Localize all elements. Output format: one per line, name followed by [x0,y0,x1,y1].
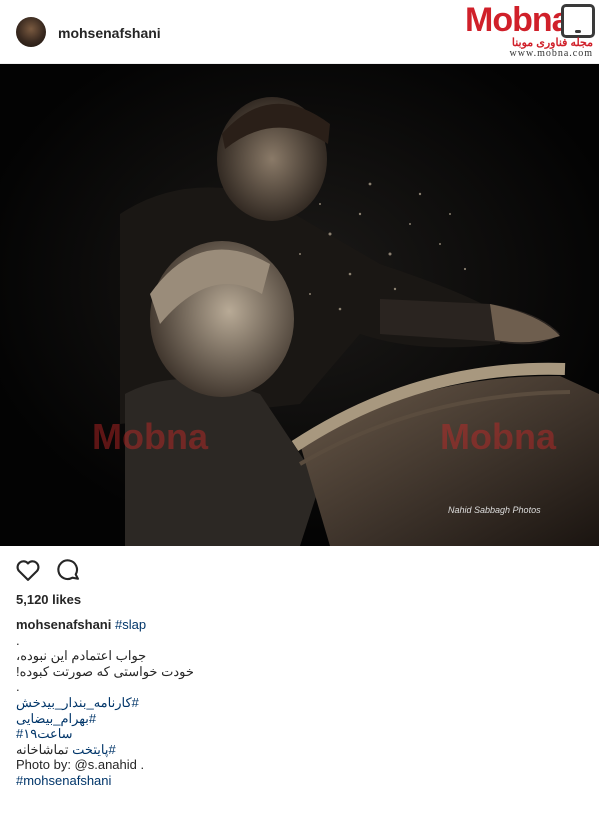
photo-credit: Nahid Sabbagh Photos [448,505,541,515]
post-header: mohsenafshani Mobna مجله فناوری موبنا ww… [0,0,599,64]
post-username[interactable]: mohsenafshani [58,25,161,41]
mobna-logo: Mobna مجله فناوری موبنا www.mobna.com [465,2,595,60]
comment-icon[interactable] [54,556,82,584]
hashtag-link[interactable]: #slap [115,617,146,632]
caption-line: . [16,679,20,695]
like-count[interactable]: 5,120 likes [16,592,81,607]
hashtag-link[interactable]: ساعت۱۹# [16,726,73,741]
heart-icon[interactable] [14,556,42,584]
post-photo[interactable]: Mobna Mobna Nahid Sabbagh Photos [0,64,599,546]
caption-line: جواب اعتمادم این نبوده، [16,648,147,664]
caption-line: خودت خواستی که صورتت کبوده! [16,663,194,679]
caption-line: . [16,632,20,648]
avatar[interactable] [16,17,46,47]
post-actions [14,556,134,584]
watermark-right: Mobna [440,416,556,457]
stage-photo-illustration [0,64,599,546]
caption-text: تماشاخانه [16,741,69,757]
hashtag-link[interactable]: #پایتخت [72,742,116,757]
phone-icon [561,4,595,38]
watermark-left: Mobna [92,416,208,457]
caption-header-row: mohsenafshani #slap [16,617,586,633]
caption-username[interactable]: mohsenafshani [16,617,111,632]
photo-by-line: Photo by: @s.anahid . [16,757,145,773]
hashtag-link[interactable]: #کارنامه_بندار_بیدخش [16,695,139,710]
logo-url: www.mobna.com [509,48,593,59]
hashtag-link[interactable]: #بهرام_بیضایی [16,711,96,726]
logo-word: Mobna [465,1,571,39]
caption-line: #پایتخت تماشاخانه [16,742,586,758]
post-caption: mohsenafshani #slap . جواب اعتمادم این ن… [16,617,586,789]
hashtag-link[interactable]: #mohsenafshani [16,773,111,788]
